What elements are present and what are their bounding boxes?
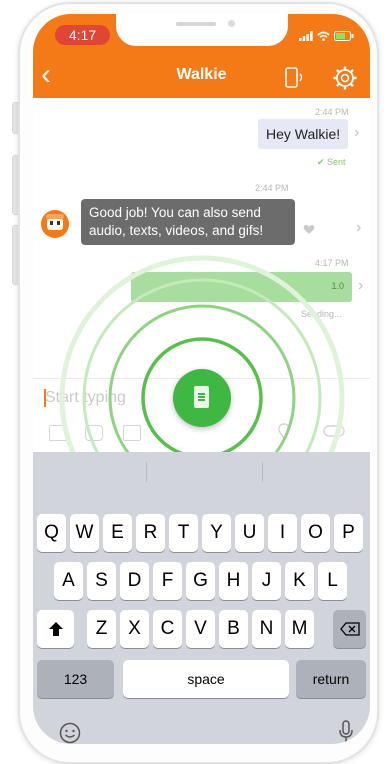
key-s[interactable]: S [87, 562, 116, 600]
key-o[interactable]: O [301, 514, 330, 552]
message-bubble-incoming[interactable]: Good job! You can also send audio, texts… [81, 199, 295, 245]
chat-area: 2:44 PM Hey Walkie! › ✔ Sent 2:44 PM Goo… [33, 98, 370, 378]
text-caret [44, 389, 46, 407]
phone-screen: 4:17 ‹ Walkie 2:44 PM Hey Walkie! › ✔ Se… [33, 14, 370, 744]
key-h[interactable]: H [219, 562, 248, 600]
message-timestamp: 2:44 PM [255, 183, 289, 193]
key-d[interactable]: D [120, 562, 149, 600]
return-key[interactable]: return [296, 660, 366, 698]
space-key[interactable]: space [123, 660, 289, 698]
backspace-icon[interactable] [333, 610, 366, 648]
notch [116, 14, 288, 46]
heart-icon[interactable] [303, 224, 315, 235]
speaker-grille [176, 22, 216, 26]
key-p[interactable]: P [334, 514, 363, 552]
message-status: ✔ Sent [317, 157, 346, 167]
message-chevron-icon[interactable]: › [356, 219, 361, 237]
shift-icon[interactable] [37, 610, 74, 648]
key-t[interactable]: T [169, 514, 198, 552]
suggestion-divider [262, 462, 263, 482]
message-text-line: Good job! You can also send [89, 205, 261, 220]
key-w[interactable]: W [70, 514, 99, 552]
walkie-device-icon[interactable] [283, 67, 305, 89]
key-z[interactable]: Z [87, 610, 116, 648]
wifi-icon [317, 31, 330, 41]
key-k[interactable]: K [285, 562, 314, 600]
key-r[interactable]: R [136, 514, 165, 552]
microphone-icon[interactable] [338, 720, 354, 744]
nav-bar: ‹ Walkie [33, 56, 370, 98]
emoji-icon[interactable] [59, 722, 81, 744]
avatar [41, 210, 69, 238]
key-n[interactable]: N [252, 610, 281, 648]
keyboard-footer [33, 706, 370, 744]
suggestion-bar [33, 452, 370, 492]
message-status: Sending... [301, 309, 342, 319]
message-timestamp: 4:17 PM [315, 258, 349, 268]
front-camera [228, 20, 235, 27]
numbers-key[interactable]: 123 [37, 660, 114, 698]
key-u[interactable]: U [235, 514, 264, 552]
settings-gear-icon[interactable] [332, 65, 358, 91]
message-chevron-icon[interactable]: › [358, 277, 363, 295]
battery-icon [334, 31, 354, 41]
key-y[interactable]: Y [202, 514, 231, 552]
status-icons [299, 29, 354, 41]
key-c[interactable]: C [153, 610, 182, 648]
suggestion-divider [146, 462, 147, 482]
key-v[interactable]: V [186, 610, 215, 648]
camera-icon[interactable] [85, 425, 103, 441]
signal-icon [299, 31, 313, 41]
message-bubble-outgoing[interactable]: Hey Walkie! [258, 119, 349, 149]
walkie-mascot-icon [46, 214, 64, 230]
page-title: Walkie [176, 66, 227, 83]
image-icon[interactable] [49, 425, 67, 441]
key-q[interactable]: Q [37, 514, 66, 552]
message-bubble-sending[interactable]: 1.0 [131, 272, 352, 302]
key-e[interactable]: E [103, 514, 132, 552]
key-f[interactable]: F [153, 562, 182, 600]
status-bar: 4:17 [33, 14, 370, 56]
composer-input[interactable]: Start typing [45, 389, 126, 407]
key-j[interactable]: J [252, 562, 281, 600]
key-l[interactable]: L [318, 562, 347, 600]
key-x[interactable]: X [120, 610, 149, 648]
message-timestamp: 2:44 PM [315, 107, 349, 117]
video-icon[interactable] [123, 425, 141, 441]
key-g[interactable]: G [186, 562, 215, 600]
key-a[interactable]: A [54, 562, 83, 600]
walkie-device-icon [194, 386, 209, 408]
location-icon[interactable] [278, 423, 290, 439]
message-progress-fill [131, 272, 352, 302]
message-text-line: audio, texts, videos, and gifs! [89, 223, 264, 238]
key-m[interactable]: M [285, 610, 314, 648]
key-b[interactable]: B [219, 610, 248, 648]
gif-icon[interactable] [323, 425, 345, 437]
key-i[interactable]: I [268, 514, 297, 552]
message-progress-value: 1.0 [331, 281, 344, 291]
status-time: 4:17 [55, 25, 110, 45]
message-chevron-icon[interactable]: › [354, 124, 359, 142]
keyboard: Q W E R T Y U I O P A S D F G H J K L Z … [33, 452, 370, 744]
push-to-talk-button[interactable] [173, 369, 231, 427]
